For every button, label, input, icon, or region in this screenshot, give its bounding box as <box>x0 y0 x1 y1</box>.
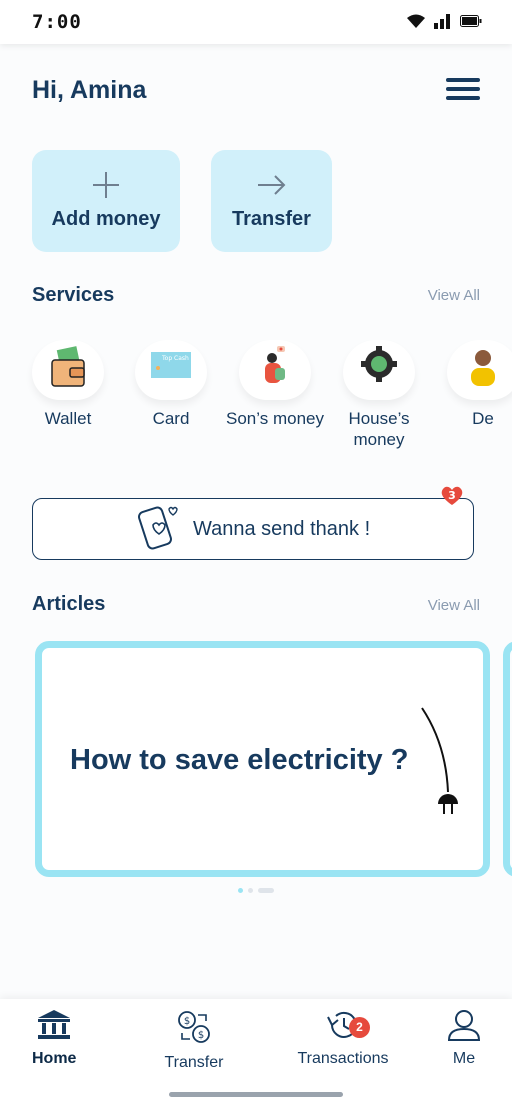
signal-icon <box>434 14 450 29</box>
nav-me[interactable]: Me <box>446 1009 482 1068</box>
status-bar: 7:00 <box>0 0 512 44</box>
bank-icon <box>38 1010 70 1039</box>
carousel-indicator <box>238 888 274 893</box>
transactions-badge: 2 <box>349 1017 370 1038</box>
status-icons <box>406 13 482 29</box>
plug-icon <box>421 707 458 814</box>
transfer-label: Transfer <box>232 208 311 230</box>
svg-text:$: $ <box>184 1016 190 1027</box>
article-title: How to save electricity ? <box>70 744 409 776</box>
person-icon <box>447 1010 481 1041</box>
service-house-money[interactable]: House’s money <box>327 340 431 450</box>
greeting: Hi, Amina <box>32 76 147 104</box>
nav-transactions[interactable]: 2 Transactions <box>296 1009 390 1068</box>
service-label: Wallet <box>44 409 92 428</box>
send-thanks-label: Wanna send thank ! <box>193 518 371 540</box>
articles-view-all-link[interactable]: View All <box>428 597 480 614</box>
services-view-all-link[interactable]: View All <box>428 287 480 304</box>
service-partial[interactable]: De <box>431 340 512 429</box>
phone-heart-icon <box>138 506 178 550</box>
heart-badge-icon: 3 <box>441 486 463 505</box>
carousel-dot <box>238 888 243 893</box>
battery-icon <box>460 15 482 27</box>
nav-home[interactable]: Home <box>32 1009 76 1068</box>
add-money-label: Add money <box>51 208 161 230</box>
svg-text:$: $ <box>198 1030 204 1041</box>
service-label: Card <box>152 409 190 428</box>
services-list: Wallet Top Cash Card Son’s money House’s… <box>0 340 512 460</box>
service-label: Son’s money <box>226 409 324 428</box>
add-money-button[interactable]: Add money <box>32 150 180 252</box>
house-gear-icon <box>361 346 397 382</box>
nav-label: Home <box>32 1050 77 1067</box>
arrow-right-icon <box>257 175 285 195</box>
hamburger-menu-icon[interactable] <box>446 78 480 104</box>
service-sons-money[interactable]: Son’s money <box>223 340 327 429</box>
service-wallet[interactable]: Wallet <box>16 340 120 429</box>
svg-text:Top Cash: Top Cash <box>161 355 189 362</box>
nav-label: Transfer <box>164 1054 224 1071</box>
service-label: De <box>472 409 494 428</box>
article-card[interactable]: How to save electricity ? <box>35 641 490 877</box>
next-article-card[interactable] <box>503 641 512 877</box>
nav-label: Transactions <box>297 1050 389 1067</box>
status-time: 7:00 <box>32 11 82 33</box>
service-card[interactable]: Top Cash Card <box>119 340 223 429</box>
services-title: Services <box>32 284 115 306</box>
person-icon <box>471 350 495 386</box>
send-thanks-button[interactable]: Wanna send thank ! <box>32 498 474 560</box>
currency-exchange-icon: $ $ <box>178 1011 210 1043</box>
nav-label: Me <box>452 1050 476 1067</box>
transfer-button[interactable]: Transfer <box>211 150 332 252</box>
nav-transfer[interactable]: $ $ Transfer <box>162 1009 226 1072</box>
carousel-dot <box>258 888 274 893</box>
card-icon: Top Cash <box>151 352 191 378</box>
svg-text:3: 3 <box>448 489 456 502</box>
plus-icon <box>93 172 119 198</box>
carousel-dot <box>248 888 253 893</box>
wallet-icon <box>51 346 85 387</box>
wifi-icon <box>407 14 425 28</box>
service-label: House’s money <box>348 409 410 449</box>
articles-title: Articles <box>32 593 106 615</box>
son-icon <box>265 346 285 383</box>
home-indicator <box>169 1092 343 1097</box>
